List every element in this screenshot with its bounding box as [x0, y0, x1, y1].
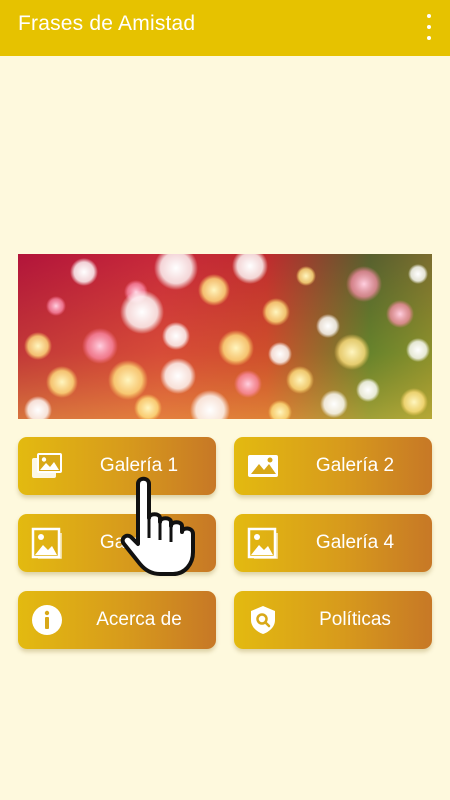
gallery-4-button[interactable]: Galería 4: [234, 514, 432, 572]
gallery-4-label: Galería 4: [315, 532, 395, 553]
photo-library-icon: [30, 527, 64, 559]
gallery-1-button[interactable]: Galería 1: [18, 437, 216, 495]
app-bar: Frases de Amistad: [0, 0, 450, 56]
gallery-1-label: Galería 1: [99, 455, 179, 476]
policies-button[interactable]: Políticas: [234, 591, 432, 649]
about-label: Acerca de: [96, 609, 182, 630]
app-title: Frases de Amistad: [18, 12, 196, 35]
gallery-3-label: Galería 3: [99, 532, 179, 553]
gallery-2-label: Galería 2: [315, 455, 395, 476]
photo-library-icon: [246, 527, 280, 559]
photo-icon: [30, 450, 64, 482]
gallery-2-button[interactable]: Galería 2: [234, 437, 432, 495]
more-vert-icon[interactable]: [422, 12, 436, 42]
banner-image: [18, 254, 432, 419]
shield-search-icon: [246, 604, 280, 636]
image-icon: [246, 450, 280, 482]
gallery-3-button[interactable]: Galería 3: [18, 514, 216, 572]
about-button[interactable]: Acerca de: [18, 591, 216, 649]
info-icon: [30, 604, 64, 636]
policies-label: Políticas: [319, 609, 391, 630]
